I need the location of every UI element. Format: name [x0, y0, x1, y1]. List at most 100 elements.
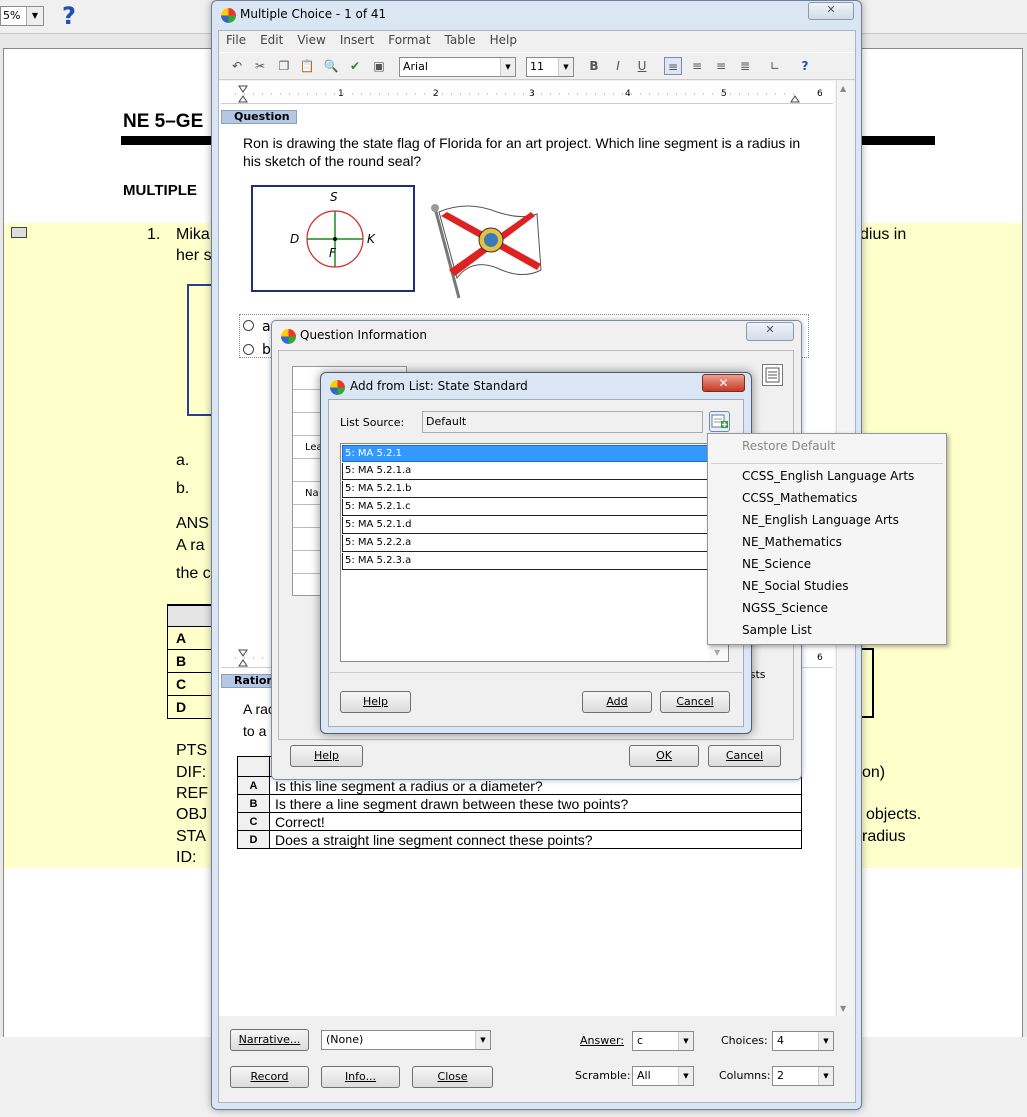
align-center-icon[interactable]: ≡ — [688, 57, 706, 75]
help-icon[interactable]: ? — [62, 2, 76, 30]
bold-icon[interactable]: B — [585, 57, 603, 75]
menu-divider — [711, 463, 943, 464]
narrative-value: (None) — [326, 1033, 364, 1046]
list-source-label: List Source: — [340, 416, 405, 429]
record-button[interactable]: Record — [230, 1066, 309, 1088]
align-left-icon[interactable]: ≡ — [664, 57, 682, 75]
add-button[interactable]: Add — [582, 691, 652, 713]
close-dialog-button[interactable]: Close — [412, 1066, 493, 1088]
scramble-select[interactable]: All ▼ — [632, 1066, 694, 1086]
scroll-down-icon[interactable]: ▼ — [714, 648, 720, 657]
question-text-fragment: dius in — [860, 226, 907, 243]
menu-item-restore-default[interactable]: Restore Default — [742, 439, 835, 453]
table-cell[interactable]: Does a straight line segment connect the… — [269, 830, 802, 849]
zoom-value: 5% — [3, 9, 21, 22]
list-item[interactable]: 5: MA 5.2.1.d — [342, 517, 708, 534]
list-item[interactable]: 5: MA 5.2.1.c — [342, 499, 708, 516]
menu-item[interactable]: NGSS_Science — [742, 601, 828, 615]
answer-select[interactable]: c ▼ — [632, 1031, 694, 1051]
menu-item[interactable]: CCSS_English Language Arts — [742, 469, 914, 483]
paste-icon[interactable]: 📋 — [298, 57, 316, 75]
list-item[interactable]: 5: MA 5.2.1.a — [342, 463, 708, 480]
menu-item[interactable]: NE_Mathematics — [742, 535, 842, 549]
narrative-select[interactable]: (None) ▼ — [321, 1030, 491, 1050]
font-family-select[interactable]: Arial ▼ — [399, 57, 516, 77]
menu-item[interactable]: NE_Social Studies — [742, 579, 848, 593]
menu-item[interactable]: NE_English Language Arts — [742, 513, 899, 527]
list-source-field[interactable]: Default — [422, 411, 703, 433]
list-item[interactable]: 5: MA 5.2.2.a — [342, 535, 708, 552]
app-icon — [221, 8, 236, 23]
table-key-cell: C — [167, 673, 212, 696]
menu-view[interactable]: View — [290, 31, 332, 51]
radio-choice-b[interactable] — [243, 344, 254, 355]
save-icon[interactable]: ▣ — [370, 57, 388, 75]
doc-section-heading: MULTIPLE — [123, 182, 197, 199]
cancel-button[interactable]: Cancel — [660, 691, 730, 713]
menu-edit[interactable]: Edit — [253, 31, 290, 51]
font-family-value: Arial — [403, 60, 428, 73]
close-button[interactable]: ✕ — [808, 2, 854, 20]
list-item[interactable]: 5: MA 5.2.3.a — [342, 553, 708, 570]
underline-icon[interactable]: U — [633, 57, 651, 75]
table-cell[interactable]: Correct! — [269, 812, 802, 831]
cut-icon[interactable]: ✂ — [251, 57, 269, 75]
menu-help[interactable]: Help — [483, 31, 524, 51]
menu-file[interactable]: File — [219, 31, 253, 51]
font-size-select[interactable]: 11 ▼ — [526, 57, 574, 77]
close-button[interactable]: ✕ — [746, 322, 794, 341]
align-right-icon[interactable]: ≡ — [712, 57, 730, 75]
question-section-tab: Question — [221, 110, 297, 124]
italic-icon[interactable]: I — [609, 57, 627, 75]
chevron-down-icon: ▼ — [558, 58, 573, 76]
menu-item[interactable]: NE_Science — [742, 557, 811, 571]
point-label-k: K — [367, 232, 375, 246]
menu-table[interactable]: Table — [438, 31, 483, 51]
table-key-cell: D — [167, 696, 212, 719]
meta-label: ID: — [176, 849, 197, 866]
list-icon[interactable] — [762, 364, 783, 386]
scroll-down-icon[interactable]: ▼ — [840, 1004, 846, 1013]
radio-choice-a[interactable] — [243, 320, 254, 331]
menu-insert[interactable]: Insert — [333, 31, 381, 51]
undo-icon[interactable]: ↶ — [228, 57, 246, 75]
close-button[interactable]: ✕ — [702, 374, 745, 392]
ok-button[interactable]: OK — [629, 745, 699, 767]
table-cell[interactable]: Is there a line segment drawn between th… — [269, 794, 802, 813]
columns-select[interactable]: 2 ▼ — [772, 1066, 834, 1086]
add-list-icon[interactable] — [709, 411, 730, 432]
meta-label: STA — [176, 828, 206, 845]
justify-icon[interactable]: ≣ — [736, 57, 754, 75]
dialog-title: Question Information — [300, 328, 427, 342]
point-label-f: F — [329, 246, 336, 260]
meta-label: REF — [176, 785, 208, 802]
ruler-number: 2 — [433, 89, 439, 99]
answer-text: the c — [176, 565, 211, 582]
menu-item[interactable]: Sample List — [742, 623, 812, 637]
help-icon[interactable]: ? — [796, 57, 814, 75]
info-button[interactable]: Info... — [321, 1066, 400, 1088]
answer-label: ANS — [176, 515, 209, 532]
find-icon[interactable]: 🔍 — [322, 57, 340, 75]
list-item[interactable]: 5: MA 5.2.1.b — [342, 481, 708, 498]
table-key-cell: B — [167, 650, 212, 673]
chevron-down-icon: ▼ — [678, 1067, 693, 1085]
menu-item[interactable]: CCSS_Mathematics — [742, 491, 857, 505]
cancel-button[interactable]: Cancel — [708, 745, 781, 767]
list-item[interactable]: 5: MA 5.2.1 — [342, 445, 708, 462]
window-title: Multiple Choice - 1 of 41 — [240, 7, 387, 21]
tab-stop-icon[interactable]: ∟ — [766, 57, 784, 75]
question-text[interactable]: Ron is drawing the state flag of Florida… — [243, 134, 803, 170]
chevron-down-icon[interactable]: ▼ — [26, 7, 43, 25]
menu-format[interactable]: Format — [381, 31, 437, 51]
scroll-up-icon[interactable]: ▲ — [840, 84, 846, 93]
help-button[interactable]: Help — [290, 745, 363, 767]
ruler-number: 6 — [817, 653, 823, 663]
copy-icon[interactable]: ❐ — [275, 57, 293, 75]
choices-select[interactable]: 4 ▼ — [772, 1031, 834, 1051]
spellcheck-icon[interactable]: ✔ — [346, 57, 364, 75]
table-key-cell: A — [167, 627, 212, 650]
help-button[interactable]: Help — [340, 691, 411, 713]
narrative-button[interactable]: Narrative... — [230, 1029, 309, 1051]
question-marker-icon[interactable] — [11, 227, 27, 238]
